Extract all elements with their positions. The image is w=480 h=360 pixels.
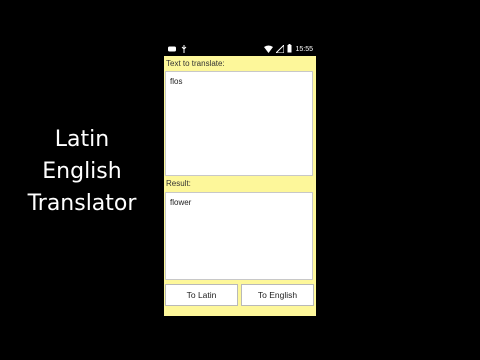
status-bar: 15:55	[164, 42, 316, 56]
result-output: flower	[165, 192, 313, 280]
promo-title: Latin English Translator	[14, 124, 150, 220]
notification-icon	[168, 46, 176, 54]
to-latin-button[interactable]: To Latin	[165, 284, 238, 306]
translate-input[interactable]: flos	[165, 71, 313, 176]
to-english-button[interactable]: To English	[241, 284, 314, 306]
result-label: Result:	[166, 179, 191, 188]
wifi-icon	[264, 45, 274, 55]
promo-line-3: Translator	[27, 191, 137, 216]
phone-screen: 15:55 Text to translate: flos Result: fl…	[164, 42, 316, 316]
translator-app: Text to translate: flos Result: flower T…	[164, 56, 316, 316]
promo-line-1: Latin	[54, 127, 110, 152]
status-clock: 15:55	[295, 45, 313, 53]
usb-icon	[181, 45, 187, 55]
signal-icon	[275, 43, 285, 55]
promo-line-2: English	[42, 159, 122, 184]
input-label: Text to translate:	[166, 59, 225, 68]
battery-icon	[287, 44, 292, 55]
